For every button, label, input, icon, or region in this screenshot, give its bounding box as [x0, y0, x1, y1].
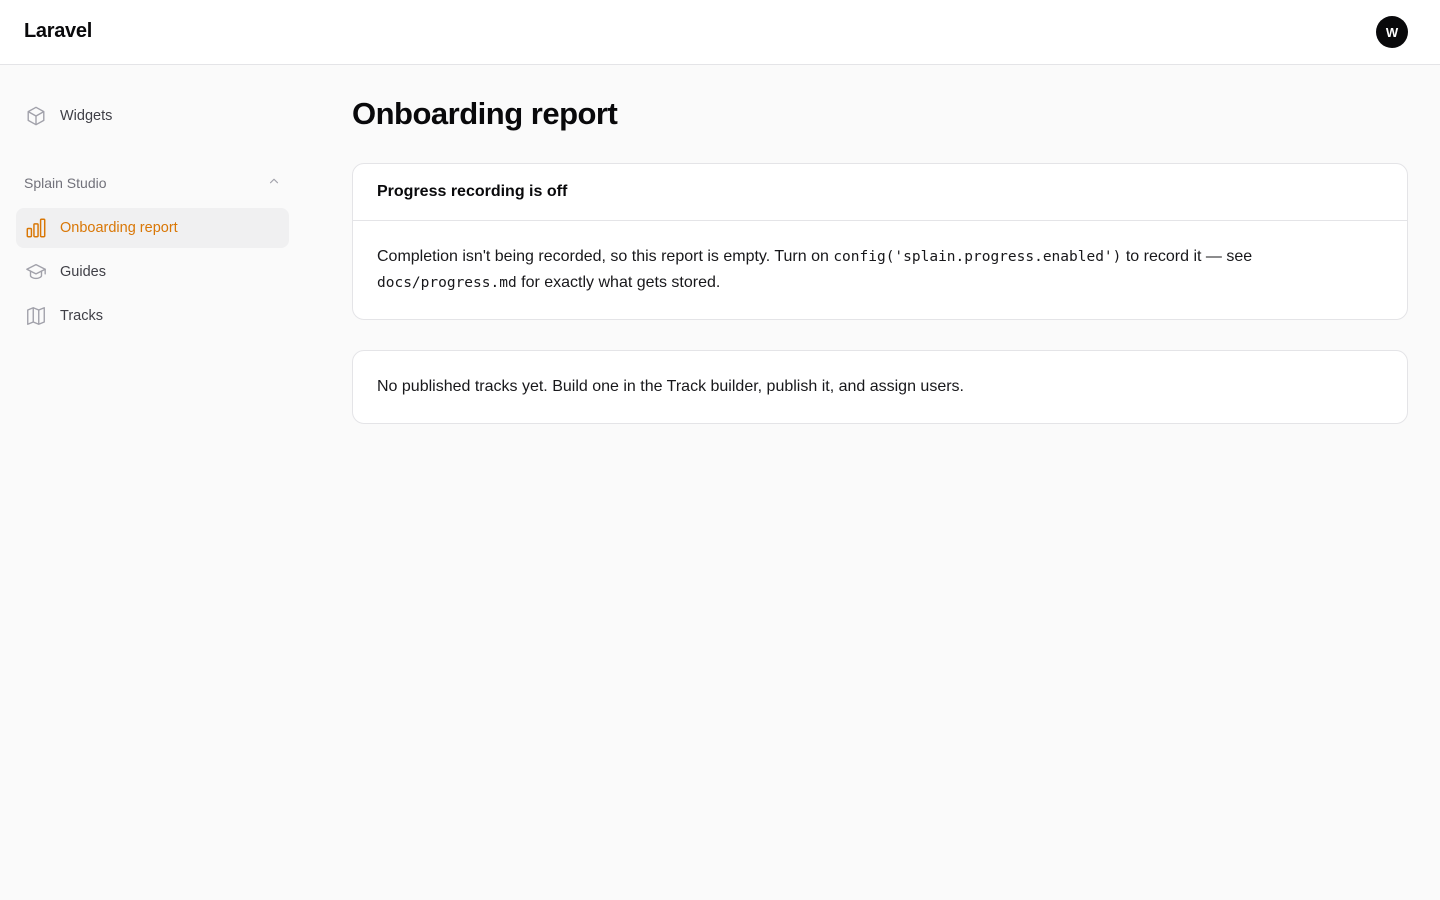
top-bar: Laravel W [0, 0, 1440, 65]
brand-logo[interactable]: Laravel [24, 20, 92, 43]
empty-state-text: No published tracks yet. Build one in th… [377, 378, 964, 395]
sidebar-item-label: Tracks [60, 308, 103, 324]
docs-path-code: docs/progress.md [377, 275, 517, 291]
sidebar-item-widgets[interactable]: Widgets [16, 96, 289, 136]
notice-text: to record it — see [1121, 248, 1253, 265]
sidebar-item-tracks[interactable]: Tracks [16, 296, 289, 336]
cube-icon [24, 104, 48, 128]
sidebar-item-label: Guides [60, 264, 106, 280]
sidebar-group-splain-studio[interactable]: Splain Studio [16, 166, 289, 200]
notice-body: Completion isn't being recorded, so this… [353, 221, 1407, 296]
chart-bar-icon [24, 216, 48, 240]
sidebar-item-onboarding-report[interactable]: Onboarding report [16, 208, 289, 248]
sidebar-item-label: Widgets [60, 108, 113, 124]
sidebar-item-guides[interactable]: Guides [16, 252, 289, 292]
notice-heading: Progress recording is off [353, 164, 1407, 221]
page-title: Onboarding report [352, 96, 618, 131]
academic-cap-icon [24, 260, 48, 284]
map-icon [24, 304, 48, 328]
chevron-up-icon[interactable] [267, 174, 281, 193]
sidebar-item-label: Onboarding report [60, 220, 178, 236]
config-code: config('splain.progress.enabled') [833, 249, 1122, 265]
progress-notice-card: Progress recording is off Completion isn… [352, 163, 1408, 320]
notice-text: Completion isn't being recorded, so this… [377, 248, 834, 265]
user-avatar[interactable]: W [1376, 16, 1408, 48]
empty-state-card: No published tracks yet. Build one in th… [352, 350, 1408, 424]
notice-text: for exactly what gets stored. [516, 274, 721, 291]
sidebar: Widgets Splain Studio Onboarding report [0, 65, 305, 900]
sidebar-group-label: Splain Studio [24, 175, 107, 191]
